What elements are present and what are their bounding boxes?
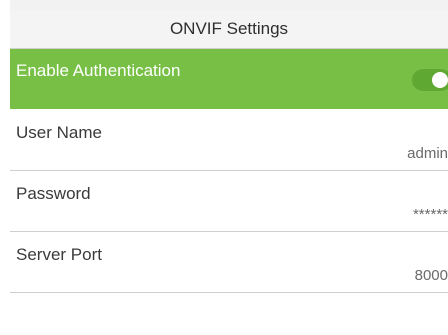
enable-authentication-row[interactable]: Enable Authentication <box>10 49 448 109</box>
server-port-row[interactable]: Server Port 8000 <box>10 233 448 293</box>
server-port-label: Server Port <box>16 245 102 264</box>
page-title: ONVIF Settings <box>10 10 448 49</box>
server-port-value: 8000 <box>414 267 448 284</box>
password-row[interactable]: Password ****** <box>10 172 448 232</box>
enable-authentication-label: Enable Authentication <box>16 61 181 80</box>
user-name-row[interactable]: User Name admin <box>10 111 448 171</box>
password-value: ****** <box>412 206 448 223</box>
onvif-settings-screen: ONVIF Settings Enable Authentication Use… <box>0 0 448 335</box>
user-name-value: admin <box>407 145 448 162</box>
enable-authentication-toggle[interactable] <box>412 69 448 91</box>
toggle-knob <box>432 72 448 88</box>
password-label: Password <box>16 184 91 203</box>
status-bar <box>10 0 448 10</box>
user-name-label: User Name <box>16 123 102 142</box>
